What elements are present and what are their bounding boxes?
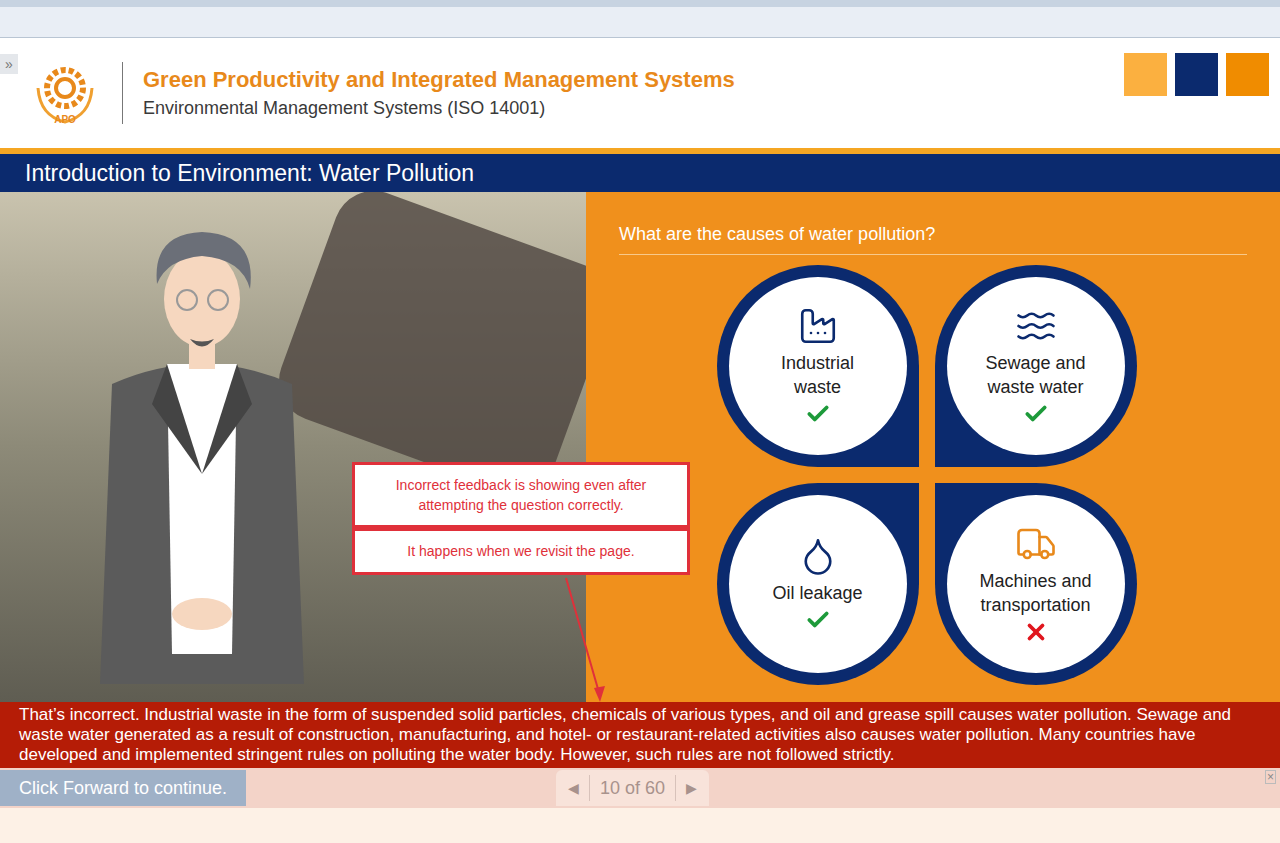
course-player: » APO Green Productivity and Integrated Ma… — [0, 0, 1280, 843]
top-bar — [0, 0, 1280, 38]
check-icon — [805, 607, 831, 633]
close-feedback-button[interactable]: × — [1265, 770, 1276, 784]
annotation-arrow-icon — [560, 576, 620, 706]
footer-bar: Click Forward to continue. ◀ 10 of 60 ▶ × — [0, 768, 1280, 808]
course-subtitle: Environmental Management Systems (ISO 14… — [143, 96, 735, 120]
feedback-panel: That’s incorrect. Industrial waste in th… — [0, 702, 1280, 768]
cross-icon — [1023, 619, 1049, 645]
course-title: Green Productivity and Integrated Manage… — [143, 66, 735, 94]
apo-logo: APO — [30, 58, 100, 128]
option-icon — [797, 535, 839, 577]
brand-square — [1175, 53, 1218, 96]
continue-button[interactable]: Click Forward to continue. — [0, 770, 246, 806]
answer-option[interactable]: Oil leakage — [717, 483, 919, 685]
presenter-character-icon — [92, 214, 312, 702]
answer-option[interactable]: Industrial waste — [717, 265, 919, 467]
annotation-box: It happens when we revisit the page. — [352, 528, 690, 575]
option-icon — [1015, 523, 1057, 565]
check-icon — [805, 401, 831, 427]
prev-button[interactable]: ◀ — [568, 778, 579, 799]
menu-toggle[interactable]: » — [0, 54, 18, 74]
question-text: What are the causes of water pollution? — [619, 222, 1247, 255]
page-counter: 10 of 60 — [600, 775, 665, 802]
header: » APO Green Productivity and Integrated Ma… — [0, 38, 1280, 148]
option-icon — [797, 305, 839, 347]
slide-title-bar: Introduction to Environment: Water Pollu… — [0, 154, 1280, 192]
background-photo — [0, 192, 586, 702]
bottom-strip — [0, 808, 1280, 843]
answer-option[interactable]: Sewage and waste water — [935, 265, 1137, 467]
header-divider — [122, 62, 123, 124]
check-icon — [1023, 401, 1049, 427]
slide-content: What are the causes of water pollution? I… — [0, 192, 1280, 702]
option-icon — [1015, 305, 1057, 347]
question-panel: What are the causes of water pollution? I… — [586, 192, 1280, 702]
brand-square — [1226, 53, 1269, 96]
brand-square — [1124, 53, 1167, 96]
annotation-box: Incorrect feedback is showing even after… — [352, 462, 690, 528]
page-navigator: ◀ 10 of 60 ▶ — [556, 770, 709, 806]
answer-option[interactable]: Machines and transportation — [935, 483, 1137, 685]
next-button[interactable]: ▶ — [686, 778, 697, 799]
